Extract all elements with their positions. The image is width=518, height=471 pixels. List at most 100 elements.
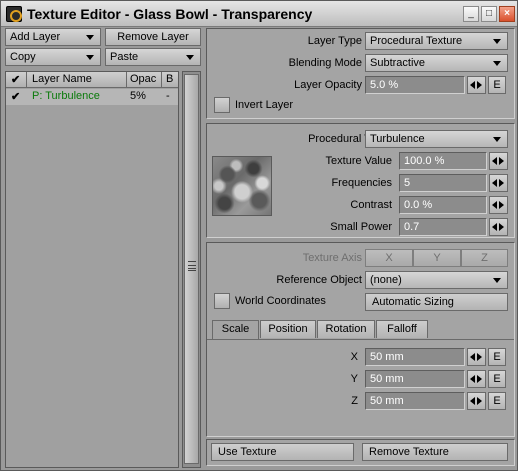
layer-enabled-check-icon[interactable]: ✔ [11,90,20,103]
paste-label: Paste [110,51,139,63]
scale-y-label: Y [350,373,358,385]
scrollbar-thumb[interactable] [184,74,199,464]
app-icon [6,6,22,22]
remove-texture-button[interactable]: Remove Texture [362,443,508,461]
header-check-icon[interactable]: ✔ [11,73,20,86]
layer-opacity-label: Layer Opacity [294,79,362,91]
bottom-bar: Use Texture Remove Texture [206,439,515,466]
texture-settings-panel: Layer Type Procedural Texture Blending M… [206,28,515,468]
column-divider [26,72,27,88]
reference-object-label: Reference Object [276,274,362,286]
scale-z-envelope-button[interactable]: E [488,392,506,410]
paste-dropdown[interactable]: Paste [105,48,201,66]
axis-y-button[interactable]: Y [413,249,461,267]
axis-z-button[interactable]: Z [461,249,508,267]
blending-mode-dropdown[interactable]: Subtractive [365,54,508,72]
opacity-spinner-icon[interactable] [467,76,486,94]
scale-x-label: X [350,351,358,363]
minimize-button[interactable]: _ [463,6,479,22]
contrast-label: Contrast [350,199,392,211]
small-power-label: Small Power [330,221,392,233]
reference-object-value: (none) [370,274,402,286]
copy-label: Copy [10,51,36,63]
tab-rotation[interactable]: Rotation [317,320,375,338]
tab-underline [207,339,514,340]
column-divider [161,72,162,88]
maximize-button[interactable]: □ [481,6,497,22]
remove-layer-button[interactable]: Remove Layer [105,28,201,46]
header-b[interactable]: B [166,73,173,85]
chevron-down-icon [493,61,501,66]
layer-list-header: ✔ Layer Name Opac B [6,72,178,88]
column-divider [126,72,127,88]
blending-mode-value: Subtractive [370,57,426,69]
header-layer-name[interactable]: Layer Name [32,73,92,85]
frequencies-field[interactable]: 5 [399,174,487,192]
layer-name: P: Turbulence [32,90,100,102]
add-layer-label: Add Layer [10,31,61,43]
layer-list[interactable]: ✔ Layer Name Opac B ✔ P: Turbulence 5% - [5,71,179,468]
layer-type-dropdown[interactable]: Procedural Texture [365,32,508,50]
tab-falloff[interactable]: Falloff [376,320,428,338]
scale-y-spinner-icon[interactable] [467,370,486,388]
chevron-down-icon [493,137,501,142]
small-power-field[interactable]: 0.7 [399,218,487,236]
texture-value-spinner-icon[interactable] [489,152,508,170]
automatic-sizing-button[interactable]: Automatic Sizing [365,293,508,311]
title-bar[interactable]: Texture Editor - Glass Bowl - Transparen… [1,1,517,27]
close-button[interactable]: × [499,6,515,22]
scale-x-envelope-button[interactable]: E [488,348,506,366]
layer-opacity: 5% [130,90,146,102]
use-texture-button[interactable]: Use Texture [211,443,354,461]
layer-panel: Add Layer Remove Layer Copy Paste ✔ Laye… [5,28,201,468]
transform-tabs: Scale Position Rotation Falloff [212,320,512,340]
frequencies-label: Frequencies [331,177,392,189]
layer-opacity-field[interactable]: 5.0 % [365,76,465,94]
scale-x-field[interactable]: 50 mm [365,348,465,366]
texture-axis-label: Texture Axis [302,252,362,264]
contrast-spinner-icon[interactable] [489,196,508,214]
procedural-type-dropdown[interactable]: Turbulence [365,130,508,148]
scale-z-spinner-icon[interactable] [467,392,486,410]
layer-type-label: Layer Type [307,35,362,47]
chevron-down-icon [86,55,94,60]
world-coordinates-checkbox[interactable] [214,293,230,309]
grip-icon [188,261,196,271]
layer-type-value: Procedural Texture [370,35,463,47]
procedural-settings-group: Procedural Type Turbulence Texture Value… [206,123,515,238]
world-coordinates-label: World Coordinates [235,295,326,307]
texture-value-field[interactable]: 100.0 % [399,152,487,170]
layer-settings-group: Layer Type Procedural Texture Blending M… [206,28,515,119]
axis-x-button[interactable]: X [365,249,413,267]
small-power-spinner-icon[interactable] [489,218,508,236]
invert-layer-label: Invert Layer [235,99,294,111]
add-layer-dropdown[interactable]: Add Layer [5,28,101,46]
header-opac[interactable]: Opac [130,73,156,85]
projection-settings-group: Texture Axis X Y Z Reference Object (non… [206,242,515,437]
list-scrollbar[interactable] [182,71,201,468]
reference-object-dropdown[interactable]: (none) [365,271,508,289]
scale-x-spinner-icon[interactable] [467,348,486,366]
layer-blend-flag: - [166,90,170,102]
opacity-envelope-button[interactable]: E [488,76,506,94]
chevron-down-icon [86,35,94,40]
frequencies-spinner-icon[interactable] [489,174,508,192]
tab-position[interactable]: Position [260,320,316,338]
invert-layer-checkbox[interactable] [214,97,230,113]
texture-editor-window: Texture Editor - Glass Bowl - Transparen… [0,0,518,471]
procedural-type-value: Turbulence [370,133,425,145]
copy-dropdown[interactable]: Copy [5,48,101,66]
scale-z-field[interactable]: 50 mm [365,392,465,410]
scale-y-field[interactable]: 50 mm [365,370,465,388]
tab-scale[interactable]: Scale [212,320,259,339]
blending-mode-label: Blending Mode [288,57,362,69]
chevron-down-icon [493,278,501,283]
chevron-down-icon [186,55,194,60]
chevron-down-icon [493,39,501,44]
scale-z-label: Z [351,395,358,407]
texture-preview-image [212,156,272,216]
scale-y-envelope-button[interactable]: E [488,370,506,388]
contrast-field[interactable]: 0.0 % [399,196,487,214]
texture-value-label: Texture Value [325,155,392,167]
layer-row[interactable]: ✔ P: Turbulence 5% - [6,89,178,105]
